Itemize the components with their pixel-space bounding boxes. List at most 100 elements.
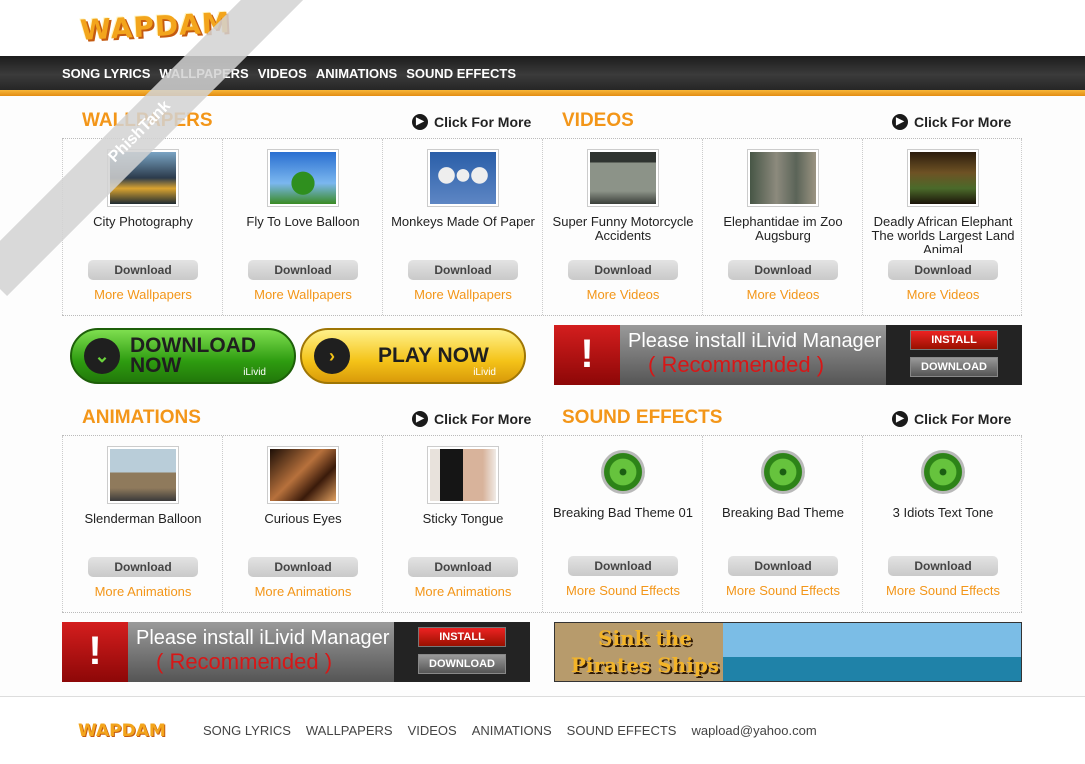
- media-grid-row-1: City Photography Download More Wallpaper…: [62, 138, 1022, 316]
- card-caption[interactable]: City Photography: [67, 215, 219, 253]
- videos-title: VIDEOS: [562, 110, 634, 131]
- nav-videos[interactable]: VIDEOS: [258, 66, 307, 81]
- footer-link-wallpapers[interactable]: WALLPAPERS: [306, 723, 393, 738]
- nav-song-lyrics[interactable]: SONG LYRICS: [62, 66, 150, 81]
- alert-icon: !: [554, 325, 620, 385]
- footer-link-song-lyrics[interactable]: SONG LYRICS: [203, 723, 291, 738]
- download-button[interactable]: Download: [248, 260, 358, 280]
- footer-logo[interactable]: WAPDAM: [78, 721, 166, 741]
- sound-effects-more-link[interactable]: ▶ Click For More: [892, 411, 1011, 427]
- download-button[interactable]: Download: [408, 260, 518, 280]
- more-videos-link[interactable]: More Videos: [703, 287, 863, 302]
- animation-thumbnail[interactable]: [267, 446, 339, 504]
- card-caption[interactable]: Breaking Bad Theme 01: [547, 506, 699, 544]
- more-animations-link[interactable]: More Animations: [223, 584, 383, 599]
- download-now-label: DOWNLOAD NOW: [130, 334, 256, 376]
- wallpaper-thumbnail[interactable]: [427, 149, 499, 207]
- footer-link-videos[interactable]: VIDEOS: [408, 723, 457, 738]
- more-animations-link[interactable]: More Animations: [63, 584, 223, 599]
- ad-title: Please install iLivid Manager: [628, 330, 882, 352]
- sea-graphic: [723, 657, 1021, 681]
- more-wallpapers-link[interactable]: More Wallpapers: [223, 287, 383, 302]
- animation-thumbnail[interactable]: [427, 446, 499, 504]
- download-button[interactable]: Download: [728, 260, 838, 280]
- footer: WAPDAM SONG LYRICS WALLPAPERS VIDEOS ANI…: [0, 696, 1085, 764]
- play-now-ad-button[interactable]: › PLAY NOW iLivid: [300, 328, 526, 384]
- card-caption[interactable]: Sticky Tongue: [387, 512, 539, 550]
- nav-sound-effects[interactable]: SOUND EFFECTS: [406, 66, 516, 81]
- ad-actions: INSTALL DOWNLOAD: [886, 325, 1022, 385]
- header: WAPDAM: [0, 0, 1085, 56]
- card-caption[interactable]: Breaking Bad Theme: [707, 506, 859, 544]
- video-thumbnail[interactable]: [747, 149, 819, 207]
- pirates-game-ad[interactable]: Sink the Pirates Ships: [554, 622, 1022, 682]
- more-sound-effects-link[interactable]: More Sound Effects: [863, 583, 1023, 598]
- sound-effect-card: Breaking Bad Theme 01 Download More Soun…: [542, 436, 702, 612]
- ad-download-button[interactable]: DOWNLOAD: [910, 357, 998, 377]
- download-button[interactable]: Download: [888, 260, 998, 280]
- card-caption[interactable]: Curious Eyes: [227, 512, 379, 550]
- more-link-label: Click For More: [434, 114, 532, 130]
- nav-animations[interactable]: ANIMATIONS: [316, 66, 397, 81]
- ad-install-button[interactable]: INSTALL: [910, 330, 998, 350]
- animation-card: Curious Eyes Download More Animations: [222, 436, 382, 612]
- card-caption[interactable]: Super Funny Motorcycle Accidents: [547, 215, 699, 253]
- more-animations-link[interactable]: More Animations: [383, 584, 543, 599]
- footer-link-animations[interactable]: ANIMATIONS: [472, 723, 552, 738]
- download-button[interactable]: Download: [568, 556, 678, 576]
- animations-title: ANIMATIONS: [82, 407, 201, 428]
- card-caption[interactable]: Slenderman Balloon: [67, 512, 219, 550]
- download-button[interactable]: Download: [88, 260, 198, 280]
- ad-install-button[interactable]: INSTALL: [418, 627, 506, 647]
- ilivid-ad-banner-bottom[interactable]: ! Please install iLivid Manager ( Recomm…: [62, 622, 530, 682]
- download-button[interactable]: Download: [248, 557, 358, 577]
- footer-email-link[interactable]: wapload@yahoo.com: [691, 723, 816, 738]
- card-caption[interactable]: Fly To Love Balloon: [227, 215, 379, 253]
- animation-thumbnail[interactable]: [107, 446, 179, 504]
- arrow-right-icon: ▶: [892, 114, 908, 130]
- card-caption[interactable]: Monkeys Made Of Paper: [387, 215, 539, 253]
- more-videos-link[interactable]: More Videos: [543, 287, 703, 302]
- download-button[interactable]: Download: [88, 557, 198, 577]
- video-thumbnail[interactable]: [587, 149, 659, 207]
- more-wallpapers-link[interactable]: More Wallpapers: [383, 287, 543, 302]
- ilivid-ad-banner-top[interactable]: ! Please install iLivid Manager ( Recomm…: [554, 325, 1022, 385]
- card-caption[interactable]: Elephantidae im Zoo Augsburg: [707, 215, 859, 253]
- speaker-icon[interactable]: [921, 450, 965, 494]
- arrow-right-icon: ▶: [892, 411, 908, 427]
- more-sound-effects-link[interactable]: More Sound Effects: [703, 583, 863, 598]
- video-thumbnail[interactable]: [907, 149, 979, 207]
- ad-download-button[interactable]: DOWNLOAD: [418, 654, 506, 674]
- download-button[interactable]: Download: [888, 556, 998, 576]
- speaker-icon[interactable]: [601, 450, 645, 494]
- arrow-right-icon: ▶: [412, 114, 428, 130]
- card-caption[interactable]: Deadly African Elephant The worlds Large…: [867, 215, 1019, 253]
- video-card: Elephantidae im Zoo Augsburg Download Mo…: [702, 139, 862, 315]
- download-button[interactable]: Download: [568, 260, 678, 280]
- video-card: Super Funny Motorcycle Accidents Downloa…: [542, 139, 702, 315]
- sound-effect-card: 3 Idiots Text Tone Download More Sound E…: [862, 436, 1022, 612]
- speaker-icon[interactable]: [761, 450, 805, 494]
- wallpaper-thumbnail[interactable]: [267, 149, 339, 207]
- alert-icon: !: [62, 622, 128, 682]
- download-button[interactable]: Download: [408, 557, 518, 577]
- more-videos-link[interactable]: More Videos: [863, 287, 1023, 302]
- animation-card: Sticky Tongue Download More Animations: [382, 436, 542, 612]
- videos-more-link[interactable]: ▶ Click For More: [892, 114, 1011, 130]
- download-now-line-1: DOWNLOAD: [130, 334, 256, 357]
- download-now-ad-button[interactable]: ⌄ DOWNLOAD NOW iLivid: [70, 328, 296, 384]
- footer-link-sound-effects[interactable]: SOUND EFFECTS: [567, 723, 677, 738]
- more-wallpapers-link[interactable]: More Wallpapers: [63, 287, 223, 302]
- download-button[interactable]: Download: [728, 556, 838, 576]
- card-caption[interactable]: 3 Idiots Text Tone: [867, 506, 1019, 544]
- chevron-right-icon: ›: [314, 338, 350, 374]
- more-link-label: Click For More: [914, 114, 1012, 130]
- play-now-label: PLAY NOW: [378, 344, 489, 367]
- animations-more-link[interactable]: ▶ Click For More: [412, 411, 531, 427]
- more-link-label: Click For More: [914, 411, 1012, 427]
- more-sound-effects-link[interactable]: More Sound Effects: [543, 583, 703, 598]
- wallpapers-more-link[interactable]: ▶ Click For More: [412, 114, 531, 130]
- ad-message: Please install iLivid Manager ( Recommen…: [620, 325, 886, 385]
- pirates-ad-text: Sink the Pirates Ships: [570, 626, 720, 677]
- animation-card: Slenderman Balloon Download More Animati…: [62, 436, 222, 612]
